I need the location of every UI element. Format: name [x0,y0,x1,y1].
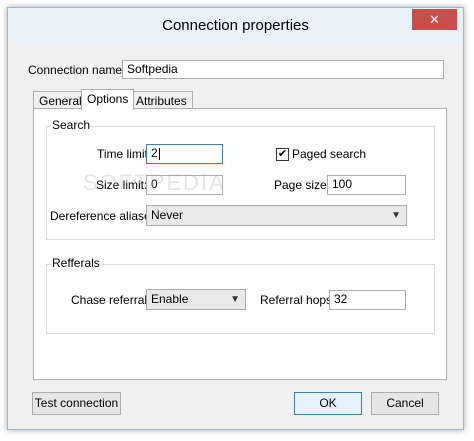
chase-referrals-select[interactable]: Enable ▼ [146,289,246,310]
referrals-groupbox: Refferals Chase referrals: Enable ▼ Refe… [46,256,435,334]
dialog-content: Connection name: Softpedia General Optio… [13,42,458,423]
dialog-window: Connection properties ✕ Connection name:… [7,7,464,430]
chevron-down-icon: ▼ [391,210,401,221]
paged-search-label[interactable]: Paged search [292,147,366,161]
paged-search-checkbox[interactable]: ✔ [276,148,289,161]
cancel-button[interactable]: Cancel [371,392,439,415]
page-size-input[interactable]: 100 [327,175,406,195]
test-connection-button[interactable]: Test connection [32,392,121,415]
window-title: Connection properties [162,17,309,34]
title-bar[interactable]: Connection properties ✕ [8,8,463,42]
chevron-down-icon: ▼ [230,294,240,305]
tab-general[interactable]: General [33,91,88,109]
time-limit-value: 2 [151,146,158,160]
chase-referrals-value: Enable [151,292,189,306]
search-group-title: Search [51,118,92,132]
connection-name-input[interactable]: Softpedia [122,60,444,79]
time-limit-input[interactable]: 2 [146,144,223,164]
referrals-group-title: Refferals [51,256,101,270]
checkmark-icon: ✔ [277,148,288,160]
ok-button[interactable]: OK [294,392,362,415]
tab-options[interactable]: Options [81,89,135,110]
tab-attributes[interactable]: Attributes [130,91,193,109]
chase-referrals-label: Chase referrals: [71,293,157,307]
watermark-logo: SOFTPEDIA [83,170,226,195]
dereference-aliases-select[interactable]: Never ▼ [146,205,407,226]
referral-hops-input[interactable]: 32 [329,290,406,310]
page-size-label: Page size: [274,178,331,192]
referral-hops-label: Referral hops: [260,293,336,307]
close-button[interactable]: ✕ [412,9,457,30]
close-icon: ✕ [429,12,440,27]
connection-name-label: Connection name: [28,63,126,77]
text-caret [158,147,160,160]
time-limit-label: Time limit: [97,147,152,161]
options-tab-panel: Search Time limit: 2 ✔ Paged search Size… [33,108,447,380]
dereference-aliases-value: Never [151,208,184,222]
dereference-aliases-label: Dereference aliases: [50,209,161,223]
